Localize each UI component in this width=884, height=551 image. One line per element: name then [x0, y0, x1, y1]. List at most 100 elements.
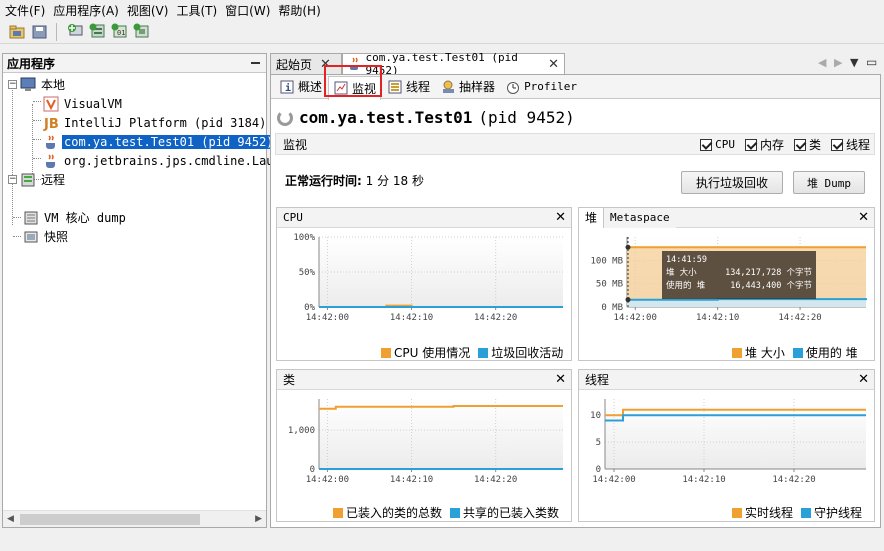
applications-panel: 应用程序 − 本地 VisualVM JB IntelliJ Platform …: [2, 53, 310, 528]
tree-guide: [33, 120, 41, 121]
heap-dump-button[interactable]: 堆 Dump: [793, 171, 865, 194]
menu-view[interactable]: 视图(V): [123, 2, 173, 19]
close-icon[interactable]: ✕: [555, 210, 566, 225]
tab-heap[interactable]: 堆: [579, 207, 605, 228]
snapshot-icon: [23, 229, 39, 245]
menu-applications[interactable]: 应用程序(A): [49, 2, 123, 19]
heap-tooltip: 14:41:59 堆 大小 134,217,728 个字节 使用的 堆 16,443…: [662, 251, 816, 299]
legend-item: 使用的 堆: [792, 344, 858, 361]
tab-threads[interactable]: 线程: [383, 76, 434, 98]
scroll-right-icon[interactable]: ▶: [255, 514, 262, 524]
open-folder-icon: [9, 25, 25, 38]
tree-node-snapshots[interactable]: 快照: [23, 227, 70, 246]
close-icon[interactable]: ✕: [548, 57, 559, 72]
svg-text:01: 01: [117, 29, 125, 37]
tab-metaspace[interactable]: Metaspace: [604, 207, 676, 228]
applications-panel-header: 应用程序: [3, 54, 266, 73]
checkbox-cpu[interactable]: CPU: [700, 136, 735, 153]
classes-panel-header: 类 ✕: [277, 370, 571, 390]
tab-sampler[interactable]: 抽样器: [436, 76, 499, 98]
checkbox-classes[interactable]: 类: [793, 136, 821, 153]
x-tick-label: 14:42:00: [592, 475, 635, 485]
y-tick-label: 50%: [299, 268, 316, 278]
tab-list-dropdown-icon[interactable]: ▼: [850, 56, 858, 69]
tree-node-visualvm[interactable]: VisualVM: [43, 94, 124, 113]
svg-text:i: i: [285, 82, 291, 94]
tree-node-intellij[interactable]: JB IntelliJ Platform (pid 3184): [43, 113, 268, 132]
collapse-toggle[interactable]: −: [8, 80, 17, 89]
add-connection-icon: [67, 24, 82, 36]
heap-panel: 堆 Metaspace ✕ 0 MB 50 MB 100 MB 14:42:00 14:…: [578, 207, 875, 361]
close-icon[interactable]: ✕: [555, 372, 566, 387]
tree-node-remote[interactable]: − 远程: [8, 170, 67, 189]
plot-area: [319, 399, 563, 469]
cpu-legend: CPU 使用情况 垃圾回收活动: [381, 344, 563, 361]
heap-legend: 堆 大小 使用的 堆: [732, 344, 858, 361]
tab-overview[interactable]: i 概述: [275, 76, 326, 98]
tree-node-core-dump[interactable]: VM 核心 dump: [23, 208, 128, 227]
tree-node-local[interactable]: − 本地: [8, 75, 67, 94]
menu-window[interactable]: 窗口(W): [221, 2, 274, 19]
java-cup-icon: [348, 56, 363, 72]
close-icon[interactable]: ✕: [858, 372, 869, 387]
threads-panel: 线程 ✕ 0 5 10 14:42:00 14:42:10 14:42:20 实时线程 守…: [578, 369, 875, 522]
horizontal-scrollbar[interactable]: ◀ ▶: [3, 510, 266, 527]
heap-panel-header: 堆 Metaspace ✕: [579, 207, 874, 228]
checkbox-checked-icon: [830, 138, 843, 151]
tab-monitor[interactable]: 监视: [328, 75, 382, 100]
scroll-thumb[interactable]: [20, 514, 200, 525]
menu-tools[interactable]: 工具(T): [172, 2, 221, 19]
close-icon[interactable]: ✕: [320, 57, 331, 72]
computer-icon: [20, 77, 36, 93]
save-snapshot-button[interactable]: [30, 22, 49, 41]
monitor-section-title: 监视: [283, 137, 308, 152]
checkbox-threads[interactable]: 线程: [830, 136, 870, 153]
y-tick-label: 0%: [304, 303, 315, 313]
uptime: 正常运行时间: 1 分 18 秒: [285, 172, 424, 189]
add-remote-host-button[interactable]: [88, 22, 107, 41]
add-host-icon: [89, 23, 104, 38]
cpu-chart: 0% 50% 100% 14:42:00 14:42:10 14:42:20: [293, 233, 563, 323]
add-jmx-button[interactable]: [66, 22, 85, 41]
add-snapshot-button[interactable]: [132, 22, 151, 41]
cpu-panel: CPU ✕ 0% 50% 100% 14:42:00 14:42:10 14:42:20 …: [276, 207, 572, 361]
menu-file[interactable]: 文件(F): [0, 2, 49, 19]
java-cup-icon: [43, 153, 59, 169]
x-tick-label: 14:42:00: [306, 313, 349, 323]
y-tick-label: 0: [596, 465, 601, 475]
legend-item: 垃圾回收活动: [478, 344, 563, 361]
java-cup-icon: [43, 134, 59, 150]
sampler-icon: [440, 79, 456, 95]
x-tick-label: 14:42:10: [682, 475, 725, 485]
menu-bar: 文件(F) 应用程序(A) 视图(V) 工具(T) 窗口(W) 帮助(H): [0, 0, 884, 20]
x-tick-label: 14:42:00: [306, 475, 349, 485]
tab-start-page[interactable]: 起始页 ✕: [270, 53, 342, 74]
toolbar: 01: [0, 20, 884, 44]
document-tabs: 起始页 ✕ com.ya.test.Test01 (pid 9452) ✕ ◀ …: [270, 51, 881, 77]
tree-guide: [32, 104, 33, 180]
tab-scroll-left-icon[interactable]: ◀: [818, 56, 826, 69]
remote-host-icon: [20, 172, 36, 188]
tree-guide: [33, 158, 41, 159]
collapse-toggle[interactable]: −: [8, 175, 17, 184]
y-tick-label: 0 MB: [601, 303, 623, 313]
x-tick-label: 14:42:00: [614, 313, 657, 323]
checkbox-memory[interactable]: 内存: [744, 136, 784, 153]
legend-item: CPU 使用情况: [381, 344, 470, 361]
tab-scroll-right-icon[interactable]: ▶: [834, 56, 842, 69]
maximize-icon[interactable]: ▭: [866, 55, 877, 69]
perform-gc-button[interactable]: 执行垃圾回收: [681, 171, 783, 194]
add-core-dump-button[interactable]: 01: [110, 22, 129, 41]
tab-profiler[interactable]: Profiler: [501, 76, 581, 98]
close-icon[interactable]: ✕: [858, 210, 869, 225]
load-file-button[interactable]: [8, 22, 27, 41]
minimize-icon[interactable]: [251, 62, 260, 64]
scroll-left-icon[interactable]: ◀: [7, 514, 14, 524]
y-tick-label: 10: [590, 411, 601, 421]
tree-node-test01[interactable]: com.ya.test.Test01 (pid 9452): [43, 132, 276, 151]
y-tick-label: 100%: [293, 233, 315, 243]
tab-test01[interactable]: com.ya.test.Test01 (pid 9452) ✕: [342, 51, 565, 77]
classes-chart: 0 1,000 14:42:00 14:42:10 14:42:20: [288, 399, 563, 485]
x-tick-label: 14:42:20: [474, 475, 517, 485]
menu-help[interactable]: 帮助(H): [274, 2, 324, 19]
